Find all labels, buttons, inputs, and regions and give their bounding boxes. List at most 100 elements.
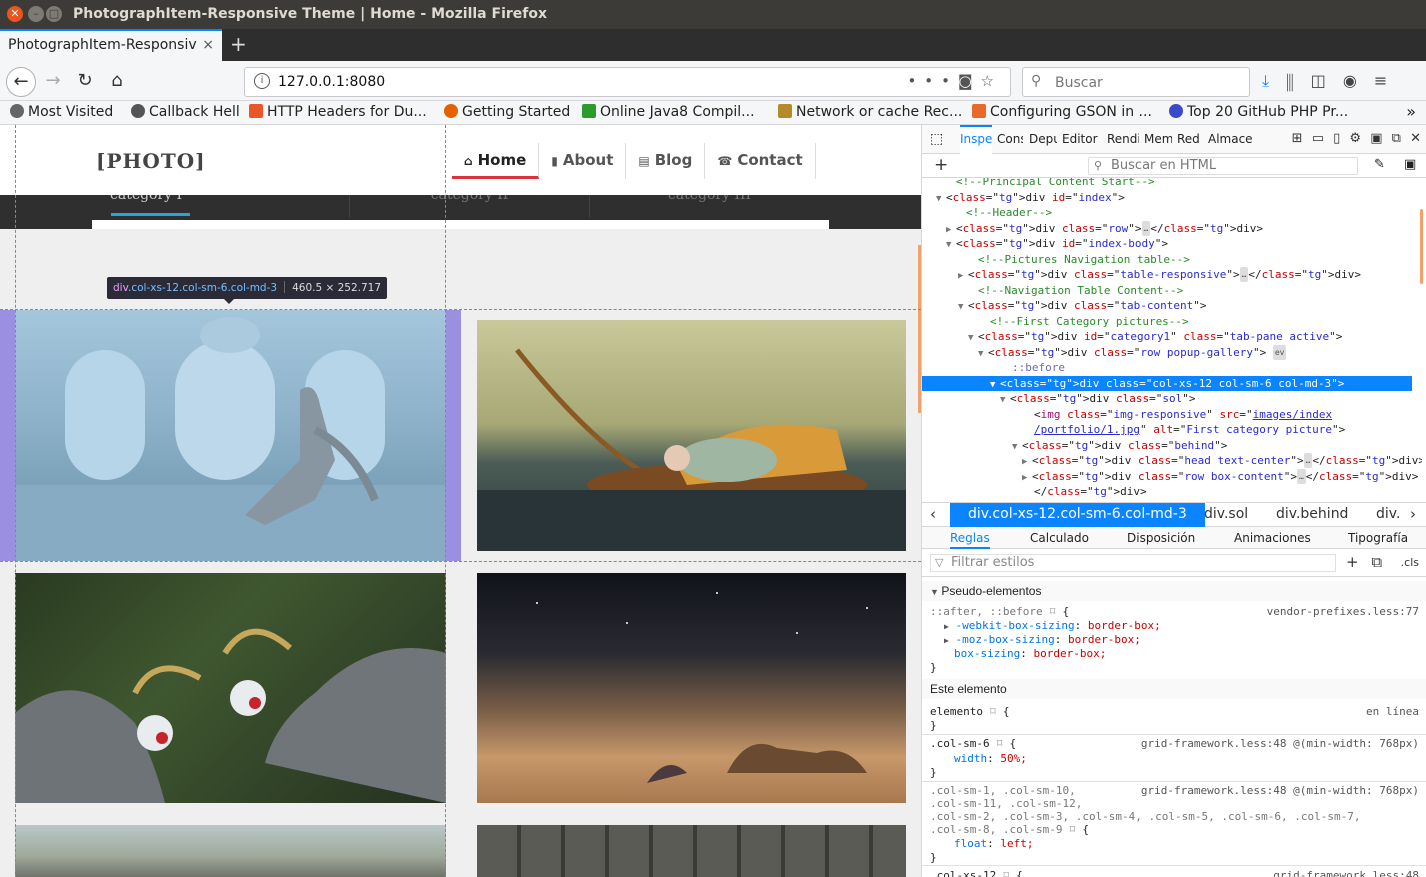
tab-debugger[interactable]: Depu	[1029, 132, 1057, 146]
bookmark-item[interactable]: Configuring GSON in ...	[972, 104, 1152, 120]
chevron-right-icon[interactable]: ›	[1410, 505, 1416, 523]
window-maximize-button[interactable]: □	[46, 6, 62, 22]
pseudo-class-icon[interactable]: ⧉	[1371, 553, 1382, 571]
browser-tab[interactable]: PhotographItem-Responsiv ×	[0, 29, 222, 61]
rule-source[interactable]: grid-framework.less:48 @(min-width: 768p…	[1141, 784, 1419, 797]
reload-button[interactable]: ↻	[70, 67, 100, 97]
bookmark-item[interactable]: Online Java8 Compil...	[582, 104, 755, 120]
css-property[interactable]: ▶ -webkit-box-sizing: border-box;	[944, 619, 1161, 633]
css-property[interactable]: ▶ -moz-box-sizing: border-box;	[944, 633, 1141, 647]
add-node-icon[interactable]: +	[934, 155, 948, 175]
downloads-icon[interactable]: ⤓	[1262, 71, 1269, 90]
markup-line[interactable]: ▼ <class="tg">div id="category1" class="t…	[922, 329, 1412, 344]
add-rule-icon[interactable]: +	[1346, 553, 1359, 571]
markup-line[interactable]: ▼ <class="tg">div class="col-xs-12 col-sm…	[922, 375, 1412, 391]
markup-line[interactable]: ▼ <class="tg">div class="behind">	[922, 438, 1412, 453]
dock-icon[interactable]: ▣	[1370, 131, 1382, 146]
breadcrumb-item[interactable]: div.col-xs-12.col-sm-6.col-md-3	[950, 503, 1205, 527]
site-logo[interactable]: [PHOTO]	[96, 149, 206, 173]
rule-selector[interactable]: .col-xs-12 ⌑ {	[930, 869, 1023, 877]
home-button[interactable]: ⌂	[102, 67, 132, 97]
markup-line[interactable]: </class="tg">div>	[922, 484, 1412, 499]
markup-line[interactable]: ▼ <class="tg">div id="index-body">	[922, 236, 1412, 251]
menu-item-contact[interactable]: ☎ Contact	[705, 143, 816, 179]
chevron-right-icon[interactable]: »	[1406, 102, 1416, 121]
markup-search-input[interactable]: ⚲ Buscar en HTML	[1088, 157, 1358, 175]
css-property[interactable]: width: 50%;	[954, 752, 1027, 765]
search-bar[interactable]: ⚲ Buscar	[1022, 67, 1250, 97]
breadcrumb-item[interactable]: div.sol	[1204, 506, 1248, 522]
window-minimize-button[interactable]: –	[28, 6, 44, 22]
gear-icon[interactable]: ⚙	[1349, 131, 1361, 146]
undock-icon[interactable]: ⧉	[1392, 131, 1401, 146]
new-tab-button[interactable]: +	[230, 32, 247, 56]
pseudo-elements-header[interactable]: ▼ Pseudo-elementos	[922, 581, 1426, 601]
markup-line[interactable]: ▼ <class="tg">div class="sol">	[922, 391, 1412, 406]
tab-console[interactable]: Cons	[997, 132, 1023, 146]
tab-inspector[interactable]: Inspe	[960, 125, 992, 154]
tab-category-3[interactable]: category III	[590, 195, 829, 217]
markup-line[interactable]: /portfolio/1.jpg" alt="First category pi…	[922, 422, 1412, 437]
gallery-photo[interactable]	[477, 573, 906, 803]
bookmark-star-icon[interactable]: ☆	[981, 72, 1002, 90]
bookmark-item[interactable]: Network or cache Rec...	[778, 104, 962, 120]
cls-toggle[interactable]: .cls	[1401, 556, 1419, 569]
tab-network[interactable]: Red	[1177, 132, 1201, 146]
sidebar-icon[interactable]: ◫	[1311, 71, 1326, 90]
rule-selector[interactable]: .col-sm-6 ⌑ {	[930, 737, 1016, 750]
tab-category-2[interactable]: category II	[350, 195, 590, 217]
layout-icon[interactable]: ⊞	[1292, 131, 1303, 146]
menu-item-home[interactable]: ⌂ Home	[452, 143, 540, 179]
tab-fonts[interactable]: Tipografía	[1348, 531, 1408, 545]
pocket-icon[interactable]: ◙	[958, 72, 981, 90]
bookmark-item[interactable]: Most Visited	[10, 104, 113, 120]
tab-style-editor[interactable]: Editor	[1062, 132, 1102, 146]
markup-line[interactable]: ▶ <class="tg">div class="table-responsive…	[922, 267, 1412, 282]
tab-layout[interactable]: Disposición	[1127, 531, 1195, 545]
tab-animations[interactable]: Animaciones	[1234, 531, 1311, 545]
markup-line[interactable]: <!--Principal Content Start-->	[922, 178, 1412, 189]
gallery-photo[interactable]	[15, 825, 446, 877]
bookmark-item[interactable]: Callback Hell	[131, 104, 240, 120]
rule-selector[interactable]: .col-sm-1, .col-sm-10,	[930, 784, 1076, 797]
breadcrumb-item[interactable]: div.	[1376, 506, 1400, 522]
tab-rules[interactable]: Reglas	[950, 527, 990, 549]
markup-line[interactable]: ▼ <class="tg">div class="tab-content">	[922, 298, 1412, 313]
markup-scrollbar[interactable]	[1420, 209, 1423, 284]
markup-line[interactable]: <!--Navigation Table Content-->	[922, 283, 1412, 298]
markup-line[interactable]: ::before	[922, 360, 1412, 375]
tab-performance[interactable]: Rendi	[1107, 132, 1139, 146]
tab-memory[interactable]: Mem	[1144, 132, 1172, 146]
rule-selector[interactable]: .col-sm-2, .col-sm-3, .col-sm-4, .col-sm…	[930, 810, 1360, 823]
bookmark-item[interactable]: HTTP Headers for Du...	[249, 104, 427, 120]
menu-icon[interactable]: ≡	[1374, 71, 1387, 90]
markup-line[interactable]: ▼ <class="tg">div class="row popup-galler…	[922, 344, 1412, 360]
close-icon[interactable]: ✕	[1410, 131, 1421, 146]
gallery-photo[interactable]	[15, 573, 446, 803]
url-bar[interactable]: i 127.0.0.1:8080 •••◙☆	[244, 67, 1011, 97]
forward-button[interactable]: →	[38, 67, 68, 97]
chevron-left-icon[interactable]: ‹	[930, 505, 936, 523]
markup-line[interactable]: ▶ <class="tg">div class="row box-content"…	[922, 468, 1418, 484]
markup-line[interactable]: ▶ <class="tg">div class="row">… </class="t…	[922, 220, 1412, 236]
rule-source[interactable]: grid-framework.less:48	[1273, 869, 1419, 877]
screenshot-icon[interactable]: ▣	[1404, 157, 1416, 172]
breadcrumb-item[interactable]: div.behind	[1276, 506, 1348, 522]
menu-item-about[interactable]: ▮ About	[539, 143, 627, 179]
eyedropper-icon[interactable]: ✎	[1374, 157, 1385, 172]
window-close-button[interactable]: ✕	[7, 6, 23, 22]
element-rule-selector[interactable]: elemento ⌑ {	[930, 705, 1009, 718]
tab-storage[interactable]: Almace	[1208, 132, 1252, 146]
gallery-photo[interactable]	[477, 825, 906, 877]
markup-line[interactable]: ▼ <class="tg">div id="index">	[922, 190, 1412, 205]
tab-close-icon[interactable]: ×	[202, 37, 214, 53]
markup-line[interactable]: <!--Pictures Navigation table-->	[922, 252, 1412, 267]
menu-item-blog[interactable]: ▤ Blog	[626, 143, 706, 179]
filter-styles-input[interactable]: ▽ Filtrar estilos	[930, 554, 1336, 572]
tab-computed[interactable]: Calculado	[1030, 531, 1089, 545]
css-property[interactable]: float: left;	[954, 837, 1034, 850]
rule-selector[interactable]: .col-sm-8, .col-sm-9 ⌑ {	[930, 823, 1089, 836]
library-icon[interactable]: ⫼	[1286, 71, 1293, 90]
phone-frame-icon[interactable]: ▯	[1333, 131, 1340, 146]
pseudo-rule-source[interactable]: vendor-prefixes.less:77	[1267, 605, 1419, 618]
